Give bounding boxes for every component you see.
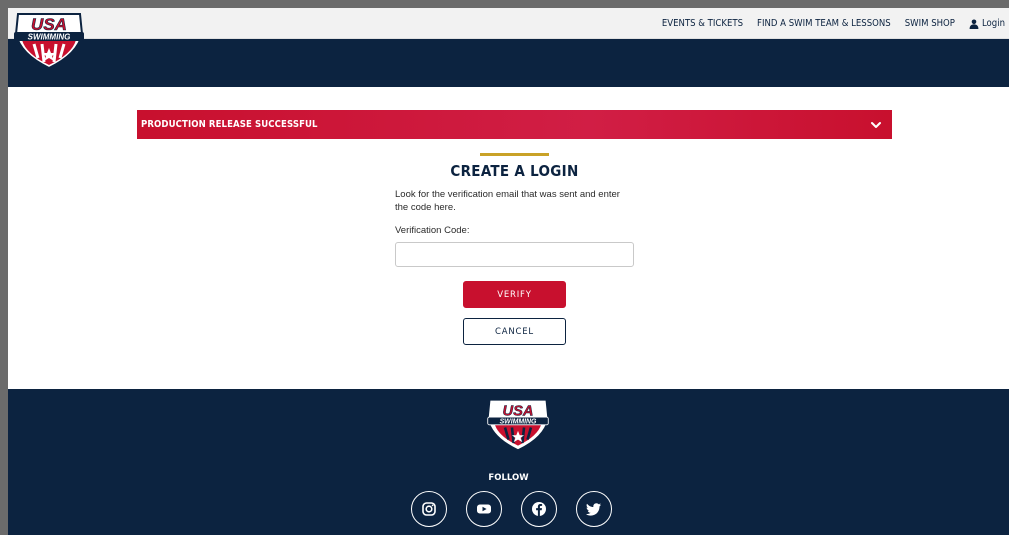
footer-usa-swimming-logo[interactable]: USA SWIMMING (486, 394, 550, 454)
footer: USA SWIMMING FOLLOW (8, 389, 1009, 535)
usa-swimming-logo[interactable]: USA SWIMMING (12, 10, 86, 70)
page: EVENTS & TICKETS FIND A SWIM TEAM & LESS… (8, 8, 1009, 535)
form-description: Look for the verification email that was… (395, 189, 620, 213)
utility-bar: EVENTS & TICKETS FIND A SWIM TEAM & LESS… (8, 8, 1009, 39)
instagram-link[interactable] (411, 491, 447, 527)
chevron-down-icon[interactable] (870, 119, 882, 131)
banner-text: PRODUCTION RELEASE SUCCESSFUL (141, 119, 318, 130)
youtube-link[interactable] (466, 491, 502, 527)
utility-nav: EVENTS & TICKETS FIND A SWIM TEAM & LESS… (662, 8, 1005, 39)
verify-button[interactable]: VERIFY (463, 281, 566, 308)
twitter-link[interactable] (576, 491, 612, 527)
facebook-icon (532, 502, 546, 516)
instagram-icon (422, 502, 436, 516)
login-link[interactable]: Login (969, 18, 1005, 29)
social-links (411, 491, 612, 527)
facebook-link[interactable] (521, 491, 557, 527)
nav-swim-shop[interactable]: SWIM SHOP (905, 18, 955, 29)
youtube-icon (477, 504, 491, 514)
verification-code-label: Verification Code: (395, 225, 470, 236)
user-icon (969, 19, 979, 29)
footer-logo-text-swimming: SWIMMING (500, 419, 537, 426)
logo-text-swimming: SWIMMING (28, 33, 71, 42)
title-accent-bar (480, 153, 549, 156)
header-band (8, 39, 1009, 87)
twitter-icon (586, 503, 601, 516)
verification-code-input[interactable] (395, 242, 634, 267)
nav-events-tickets[interactable]: EVENTS & TICKETS (662, 18, 743, 29)
page-title: CREATE A LOGIN (450, 162, 579, 180)
follow-heading: FOLLOW (488, 473, 529, 483)
logo-text-usa: USA (31, 15, 67, 34)
nav-find-swim-team[interactable]: FIND A SWIM TEAM & LESSONS (757, 18, 891, 29)
login-label: Login (981, 18, 1005, 29)
cancel-button[interactable]: CANCEL (463, 318, 566, 345)
release-banner[interactable]: PRODUCTION RELEASE SUCCESSFUL (137, 110, 892, 139)
